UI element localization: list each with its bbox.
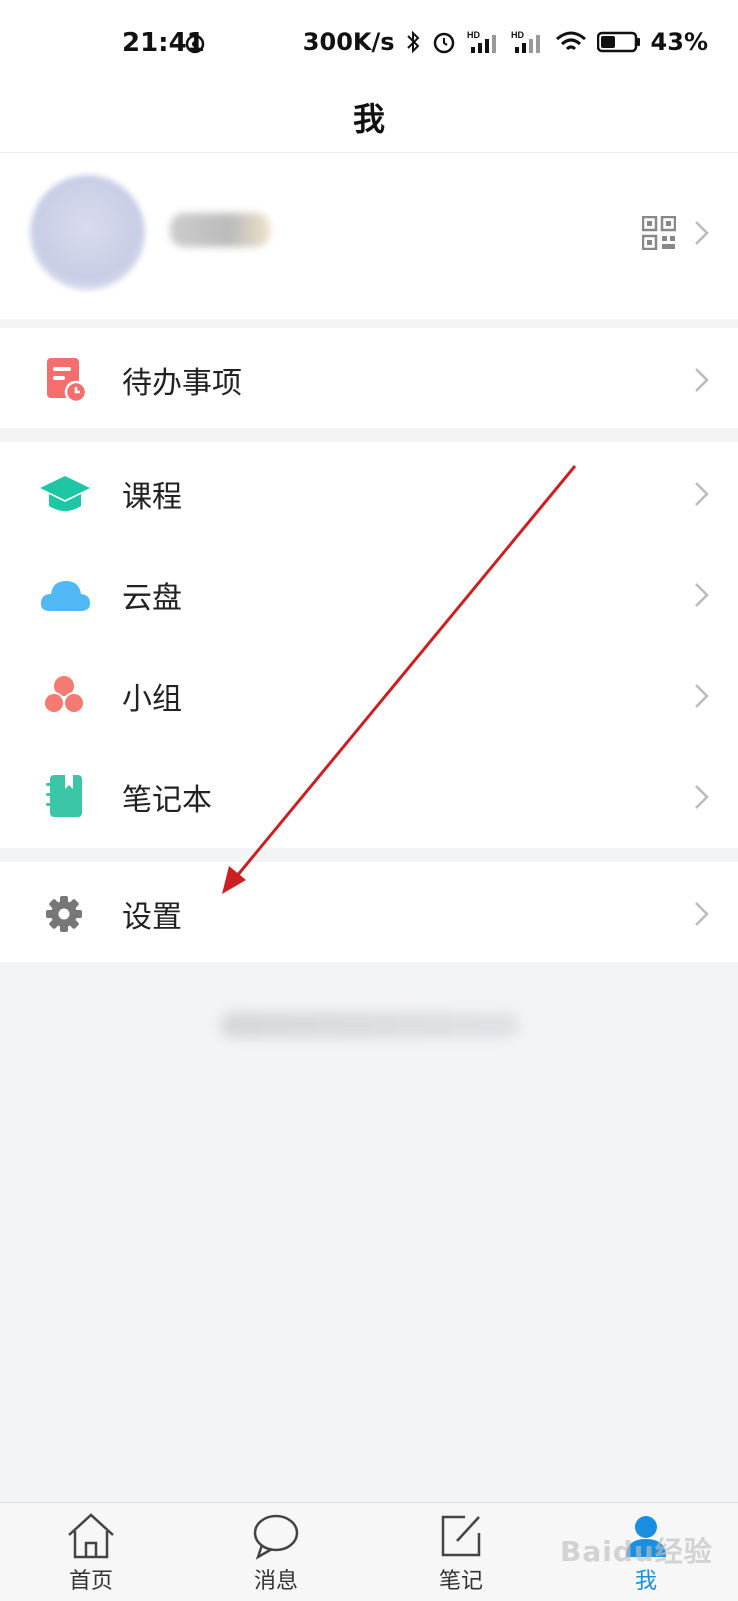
edit-note-icon xyxy=(441,1515,481,1557)
tab-notes[interactable]: 笔记 xyxy=(411,1511,511,1595)
tab-home[interactable]: 首页 xyxy=(41,1511,141,1595)
tab-label: 笔记 xyxy=(438,1569,483,1594)
tab-label: 首页 xyxy=(68,1569,113,1594)
message-icon xyxy=(253,1514,299,1560)
tab-messages[interactable]: 消息 xyxy=(226,1511,326,1595)
home-icon xyxy=(68,1513,114,1559)
watermark: Baidu经验 xyxy=(560,1535,713,1568)
annotation-arrow xyxy=(222,465,577,894)
tab-label: 消息 xyxy=(253,1569,298,1594)
